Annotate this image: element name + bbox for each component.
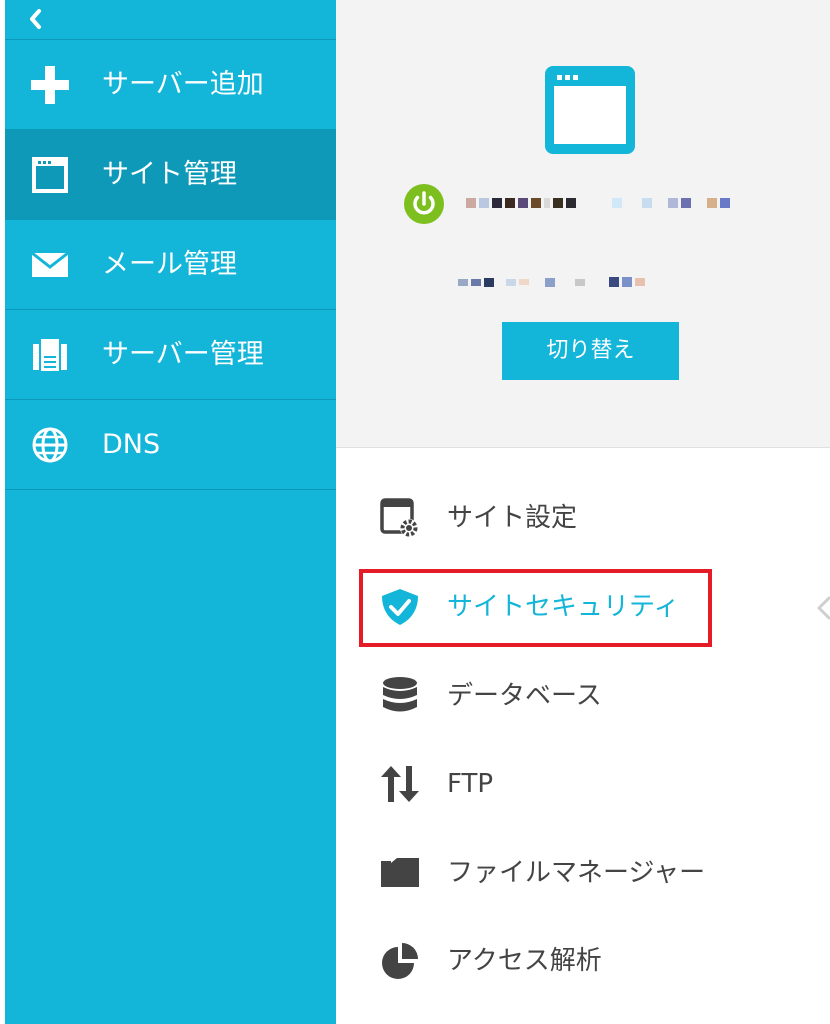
power-icon: [404, 184, 444, 224]
redacted-domain: [458, 277, 645, 287]
sidebar-item-add-server[interactable]: サーバー追加: [5, 40, 336, 130]
menu-item-label: サイト設定: [447, 503, 578, 533]
plus-icon: [31, 66, 69, 104]
chevron-left-icon: [30, 9, 41, 29]
menu-item-access-analytics[interactable]: アクセス解析: [378, 933, 718, 989]
menu-item-site-settings[interactable]: サイト設定: [378, 490, 718, 546]
transfer-arrows-icon: [381, 766, 419, 802]
sidebar-item-label: メール管理: [102, 249, 237, 280]
menu-item-ftp[interactable]: FTP: [378, 756, 718, 812]
sidebar-item-server-management[interactable]: サーバー管理: [5, 310, 336, 400]
switch-button[interactable]: 切り替え: [502, 322, 679, 380]
sidebar-item-label: サーバー管理: [102, 339, 264, 370]
highlight-box: [359, 569, 712, 647]
sidebar-item-dns[interactable]: DNS: [5, 400, 336, 490]
sidebar-collapse-button[interactable]: [25, 4, 49, 34]
database-icon: [383, 677, 417, 712]
envelope-icon: [31, 251, 69, 277]
sidebar-item-mail-management[interactable]: メール管理: [5, 220, 336, 310]
menu-item-database[interactable]: データベース: [378, 668, 718, 724]
sidebar: サーバー追加 サイト管理 メール管理 サーバー管理 DNS: [5, 0, 336, 1024]
pie-chart-icon: [382, 943, 418, 979]
globe-icon: [32, 427, 68, 463]
sidebar-item-label: サーバー追加: [102, 69, 264, 100]
server-icon: [33, 339, 67, 371]
menu-item-label: ファイルマネージャー: [447, 858, 706, 888]
site-panel: 切り替え: [336, 0, 830, 448]
sidebar-item-label: DNS: [102, 429, 161, 460]
sidebar-item-site-management[interactable]: サイト管理: [5, 130, 336, 220]
window-gear-icon: [380, 498, 418, 537]
chevron-left-icon[interactable]: [815, 590, 830, 626]
sidebar-item-label: サイト管理: [102, 159, 237, 190]
menu-item-file-manager[interactable]: ファイルマネージャー: [378, 845, 718, 901]
window-icon: [545, 66, 635, 154]
menu-item-label: データベース: [447, 681, 602, 711]
menu-item-label: アクセス解析: [447, 946, 602, 976]
folder-icon: [381, 858, 419, 887]
menu-item-label: FTP: [447, 769, 494, 799]
window-icon: [32, 157, 68, 193]
redacted-site-name: [466, 198, 730, 208]
